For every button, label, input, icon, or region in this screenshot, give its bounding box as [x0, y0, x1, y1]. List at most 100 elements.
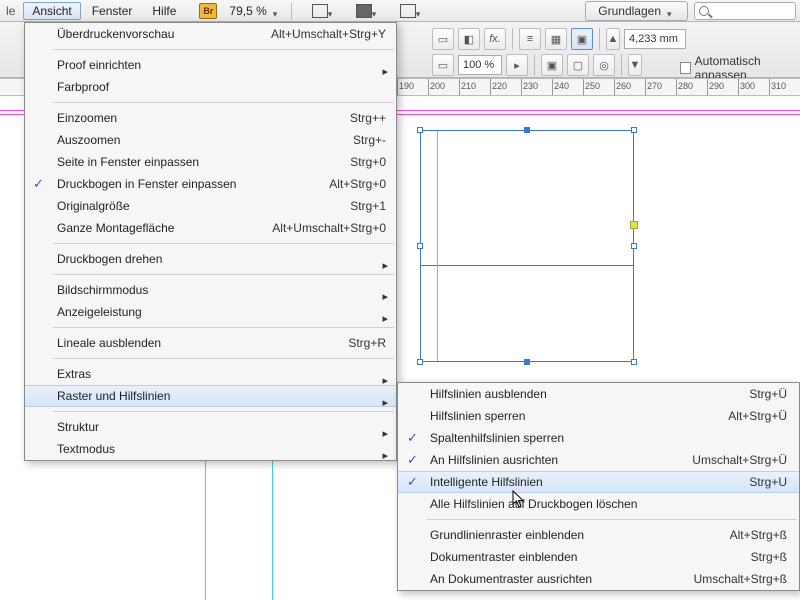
menu-shortcut: Strg+U — [749, 475, 787, 489]
fit-frame-button[interactable]: ▢ — [567, 54, 589, 76]
submenu-item[interactable]: Alle Hilfslinien auf Druckbogen löschen — [398, 493, 799, 515]
measure-field[interactable]: 4,233 mm — [624, 29, 686, 49]
menu-item-label: Anzeigeleistung — [57, 305, 142, 319]
checkbox-icon — [680, 62, 691, 74]
resize-handle[interactable] — [631, 359, 637, 365]
fx-button[interactable]: fx. — [484, 28, 506, 50]
frame-divider — [421, 265, 633, 266]
menu-item[interactable]: ÜberdruckenvorschauAlt+Umschalt+Strg+Y — [25, 23, 396, 45]
menu-item[interactable]: Seite in Fenster einpassenStrg+0 — [25, 151, 396, 173]
view-tool-3[interactable] — [396, 2, 430, 20]
check-icon: ✓ — [33, 176, 44, 192]
stepper-down[interactable]: ▼ — [628, 54, 642, 76]
menu-item-label: Extras — [57, 367, 91, 381]
menu-shortcut: Alt+Strg+ß — [730, 528, 787, 542]
resize-handle[interactable] — [631, 243, 637, 249]
chevron-down-icon — [416, 6, 426, 16]
submenu-item[interactable]: An Dokumentraster ausrichtenUmschalt+Str… — [398, 568, 799, 590]
menu-item-label: Bildschirmmodus — [57, 283, 148, 297]
submenu-item-label: An Hilfslinien ausrichten — [430, 453, 558, 467]
menu-hilfe[interactable]: Hilfe — [143, 2, 185, 20]
chevron-down-icon — [372, 6, 382, 16]
menu-item[interactable]: Proof einrichten — [25, 54, 396, 76]
menu-item[interactable]: Textmodus — [25, 438, 396, 460]
submenu-item[interactable]: Hilfslinien sperrenAlt+Strg+Ü — [398, 405, 799, 427]
resize-handle[interactable] — [524, 359, 530, 365]
menu-item[interactable]: Bildschirmmodus — [25, 279, 396, 301]
view-tool-1[interactable] — [308, 2, 342, 20]
menu-ansicht[interactable]: Ansicht — [23, 2, 80, 20]
menu-shortcut: Strg+- — [353, 133, 386, 147]
menu-item[interactable]: ✓ Druckbogen in Fenster einpassen Alt+Strg… — [25, 173, 396, 195]
workspace-switcher[interactable]: Grundlagen — [585, 1, 688, 21]
resize-handle[interactable] — [417, 127, 423, 133]
submenu-item-label: Dokumentraster einblenden — [430, 550, 577, 564]
menu-item[interactable]: Farbproof — [25, 76, 396, 98]
tool-button[interactable]: ◧ — [458, 28, 480, 50]
zoom-level[interactable]: 79,5 % — [229, 4, 282, 18]
menu-item-label: Raster und Hilfslinien — [57, 389, 170, 403]
resize-handle[interactable] — [631, 127, 637, 133]
menu-item-label: Textmodus — [57, 442, 115, 456]
submenu-item[interactable]: Grundlinienraster einblenden Alt+Strg+ß — [398, 524, 799, 546]
selected-frame[interactable] — [420, 130, 634, 362]
menu-item-label: Einzoomen — [57, 111, 117, 125]
search-icon — [699, 6, 709, 16]
menu-item[interactable]: Druckbogen drehen — [25, 248, 396, 270]
tool-button[interactable]: ▭ — [432, 28, 454, 50]
stepper-up[interactable]: ▲ — [606, 28, 620, 50]
submenu-item[interactable]: ✓Intelligente HilfslinienStrg+U — [398, 471, 799, 493]
submenu-item-label: Hilfslinien sperren — [430, 409, 525, 423]
percent-field[interactable]: 100 % — [458, 55, 502, 75]
menu-fenster[interactable]: Fenster — [83, 2, 142, 20]
frame-fit-button[interactable]: ▣ — [571, 28, 593, 50]
grid-guides-submenu: Hilfslinien ausblendenStrg+ÜHilfslinien … — [397, 382, 800, 591]
menu-shortcut: Strg+1 — [350, 199, 386, 213]
menu-item[interactable]: Struktur — [25, 416, 396, 438]
menu-item[interactable]: Einzoomen Strg++ — [25, 107, 396, 129]
menu-shortcut: Strg+0 — [350, 155, 386, 169]
menu-item[interactable]: OriginalgrößeStrg+1 — [25, 195, 396, 217]
submenu-item-label: Intelligente Hilfslinien — [430, 475, 543, 489]
menu-item[interactable]: Anzeigeleistung — [25, 301, 396, 323]
menu-item-label: Ganze Montagefläche — [57, 221, 174, 235]
chevron-down-icon — [667, 6, 677, 16]
submenu-item[interactable]: ✓ An Hilfslinien ausrichten Umschalt+Strg+… — [398, 449, 799, 471]
submenu-item[interactable]: ✓Spaltenhilfslinien sperren — [398, 427, 799, 449]
center-content-button[interactable]: ◎ — [593, 54, 615, 76]
wrap-button[interactable]: ▦ — [545, 28, 567, 50]
menu-item-label: Druckbogen in Fenster einpassen — [57, 177, 236, 191]
align-button[interactable]: ≡ — [519, 28, 541, 50]
chevron-down-icon — [273, 6, 283, 16]
resize-handle[interactable] — [417, 243, 423, 249]
menu-shortcut: Alt+Umschalt+Strg+Y — [271, 27, 386, 41]
menu-shortcut: Alt+Umschalt+Strg+0 — [272, 221, 386, 235]
resize-handle[interactable] — [417, 359, 423, 365]
submenu-item[interactable]: Dokumentraster einblendenStrg+ß — [398, 546, 799, 568]
menu-item[interactable]: Raster und Hilfslinien — [25, 385, 396, 407]
menubar-truncated: le — [6, 4, 21, 18]
menu-item[interactable]: Lineale ausblendenStrg+R — [25, 332, 396, 354]
menu-shortcut: Alt+Strg+0 — [329, 177, 386, 191]
bridge-icon[interactable]: Br — [199, 3, 217, 19]
menu-item[interactable]: Extras — [25, 363, 396, 385]
resize-handle[interactable] — [524, 127, 530, 133]
menu-shortcut: Strg++ — [350, 111, 386, 125]
submenu-item[interactable]: Hilfslinien ausblendenStrg+Ü — [398, 383, 799, 405]
menubar: le Ansicht Fenster Hilfe Br 79,5 % Grund… — [0, 0, 800, 22]
menu-item-label: Auszoomen — [57, 133, 120, 147]
menu-item[interactable]: Auszoomen Strg+- — [25, 129, 396, 151]
fit-content-button[interactable]: ▣ — [541, 54, 563, 76]
check-icon: ✓ — [407, 452, 418, 468]
tool-button[interactable]: ▭ — [432, 54, 454, 76]
search-input[interactable] — [694, 2, 796, 20]
menu-shortcut: Strg+R — [348, 336, 386, 350]
view-tool-2[interactable] — [352, 2, 386, 20]
submenu-item-label: Grundlinienraster einblenden — [430, 528, 584, 542]
menu-shortcut: Umschalt+Strg+Ü — [692, 453, 787, 467]
submenu-item-label: Spaltenhilfslinien sperren — [430, 431, 564, 445]
chevron-button[interactable]: ▸ — [506, 54, 528, 76]
submenu-item-label: An Dokumentraster ausrichten — [430, 572, 592, 586]
menu-item[interactable]: Ganze Montagefläche Alt+Umschalt+Strg+0 — [25, 217, 396, 239]
live-corner-handle[interactable] — [630, 221, 638, 229]
